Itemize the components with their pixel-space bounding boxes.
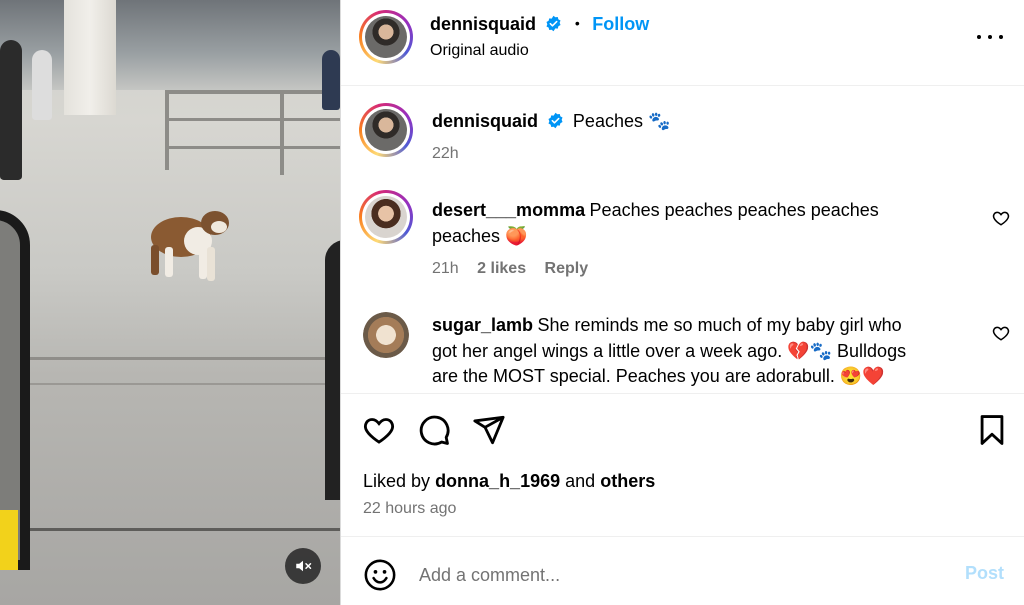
- comment-likes[interactable]: 2 likes: [477, 260, 526, 277]
- caption-text-row: dennisquaid Peaches 🐾: [432, 109, 670, 135]
- caption-time[interactable]: 22h: [432, 145, 459, 163]
- follow-button[interactable]: Follow: [592, 14, 649, 34]
- mute-button[interactable]: [285, 548, 321, 584]
- verified-badge-icon: [548, 112, 563, 129]
- video-background: [20, 528, 340, 531]
- separator-dot: •: [574, 15, 580, 31]
- heart-icon[interactable]: [362, 413, 396, 447]
- comment-avatar[interactable]: [359, 190, 413, 244]
- video-background: [64, 0, 116, 115]
- comment-like-heart-icon[interactable]: [992, 209, 1010, 227]
- likes-middle: and: [565, 471, 596, 491]
- audio-label[interactable]: Original audio: [430, 42, 529, 60]
- comment-avatar[interactable]: [363, 312, 409, 358]
- comment-body-line: got her angel wings a little over a week…: [432, 341, 907, 361]
- post-timestamp[interactable]: 22 hours ago: [363, 500, 456, 518]
- liked-by-user[interactable]: donna_h_1969: [435, 471, 560, 491]
- video-background: [280, 90, 284, 175]
- video-background: [165, 90, 340, 94]
- video-background: [0, 510, 18, 570]
- video-background: [32, 50, 52, 120]
- author-username[interactable]: dennisquaid: [430, 14, 536, 34]
- likes-others[interactable]: others: [600, 471, 655, 491]
- comment-text: desert___momma Peaches peaches peaches p…: [432, 198, 952, 249]
- paper-plane-icon[interactable]: [472, 413, 506, 447]
- video-background: [165, 118, 340, 121]
- likes-summary: Liked by donna_h_1969 and others: [363, 471, 655, 492]
- caption-author[interactable]: dennisquaid: [432, 111, 538, 131]
- video-background: [165, 146, 340, 149]
- video-background: [322, 50, 340, 110]
- reply-button[interactable]: Reply: [545, 260, 589, 277]
- post-details-panel: dennisquaid • Follow Original audio denn…: [340, 0, 1024, 605]
- comment-author[interactable]: desert___momma: [432, 200, 585, 220]
- header-title-row: dennisquaid • Follow: [430, 14, 649, 35]
- bookmark-icon[interactable]: [975, 413, 1009, 447]
- caption-avatar[interactable]: [359, 103, 413, 157]
- video-background: [165, 90, 169, 170]
- comment-composer: Post: [341, 538, 1024, 605]
- likes-prefix: Liked by: [363, 471, 431, 491]
- comment-input[interactable]: [419, 560, 939, 590]
- comment-body-line: She reminds me so much of my baby girl w…: [537, 315, 902, 335]
- video-background: [20, 383, 340, 385]
- emoji-icon[interactable]: [363, 558, 397, 592]
- comment-bubble-icon[interactable]: [417, 413, 451, 447]
- bulldog-illustration: [151, 211, 229, 281]
- comment-body-line: peaches 🍑: [432, 226, 528, 246]
- comment-body-line: are the MOST special. Peaches you are ad…: [432, 366, 885, 386]
- verified-badge-icon: [546, 15, 561, 32]
- comment-body-line: Peaches peaches peaches peaches: [589, 200, 879, 220]
- comment-time[interactable]: 21h: [432, 260, 459, 277]
- comment-text: sugar_lamb She reminds me so much of my …: [432, 313, 972, 389]
- post-comment-button[interactable]: Post: [965, 563, 1004, 584]
- avatar[interactable]: [359, 10, 413, 64]
- comment-meta: 21h 2 likes Reply: [432, 260, 588, 278]
- post-video[interactable]: [0, 0, 340, 605]
- volume-muted-icon: [296, 560, 312, 572]
- post-actions: Liked by donna_h_1969 and others 22 hour…: [341, 393, 1024, 537]
- video-background: [325, 240, 340, 500]
- caption-text: Peaches 🐾: [572, 111, 671, 131]
- post-header: dennisquaid • Follow Original audio: [341, 0, 1024, 86]
- comment-like-heart-icon[interactable]: [992, 324, 1010, 342]
- video-background: [0, 40, 22, 180]
- video-background: [20, 357, 340, 360]
- more-options-icon[interactable]: [977, 30, 1003, 44]
- comment-author[interactable]: sugar_lamb: [432, 315, 533, 335]
